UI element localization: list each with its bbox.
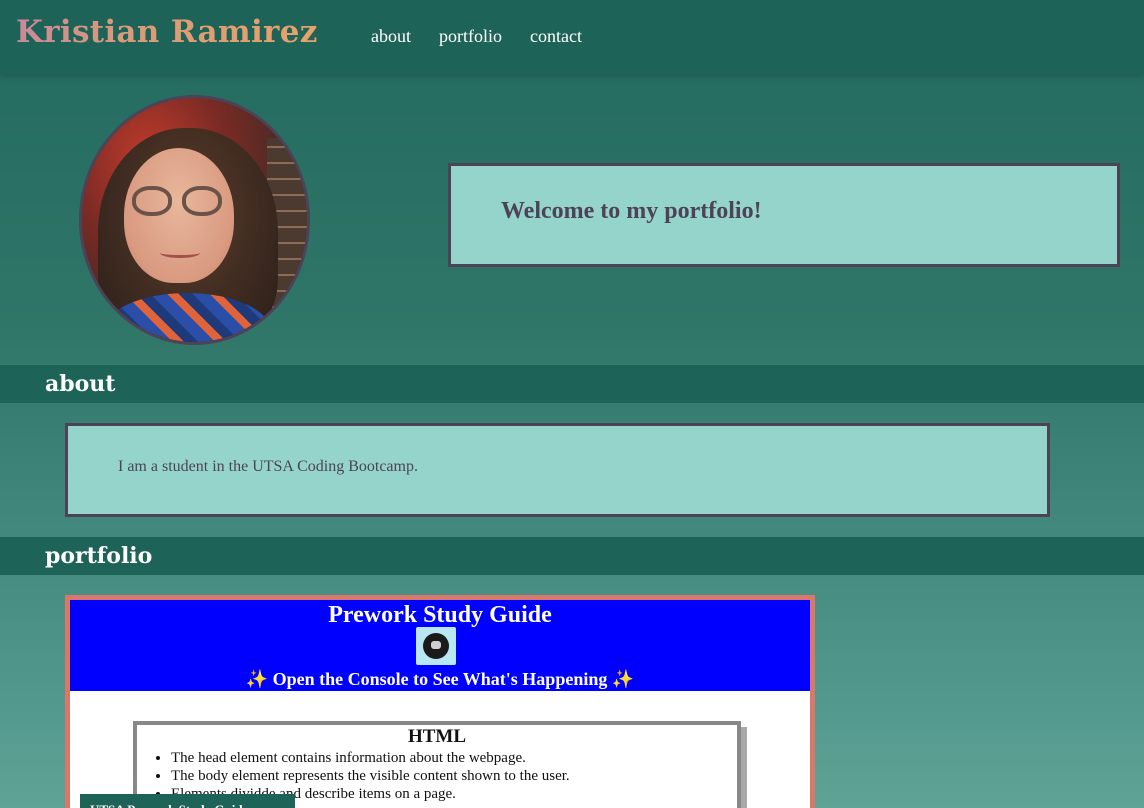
project-banner-subtitle: ✨ Open the Console to See What's Happeni… xyxy=(245,669,635,689)
project-caption[interactable]: UTSA Prework Study Guide xyxy=(80,794,295,808)
list-item: The body element represents the visible … xyxy=(171,767,737,785)
project-card-title: HTML xyxy=(407,726,467,747)
nav-link-contact[interactable]: contact xyxy=(530,26,582,47)
about-heading: about xyxy=(45,371,116,397)
nav-link-about[interactable]: about xyxy=(371,26,411,47)
project-banner: Prework Study Guide ✨ Open the Console t… xyxy=(70,600,810,691)
photo-face xyxy=(124,148,234,283)
about-section-bar: about xyxy=(0,365,1144,403)
welcome-box: Welcome to my portfolio! xyxy=(448,163,1120,267)
photo-glasses-left xyxy=(132,186,172,216)
project-banner-title: Prework Study Guide xyxy=(328,602,552,628)
about-text: I am a student in the UTSA Coding Bootca… xyxy=(118,458,418,475)
photo-glasses-right xyxy=(182,186,222,216)
profile-photo xyxy=(79,95,310,345)
cat-logo-icon xyxy=(416,627,456,665)
site-name: Kristian Ramirez xyxy=(16,14,318,50)
welcome-heading: Welcome to my portfolio! xyxy=(501,198,762,224)
nav-link-portfolio[interactable]: portfolio xyxy=(439,26,502,47)
main-nav: about portfolio contact xyxy=(371,26,582,47)
portfolio-section-bar: portfolio xyxy=(0,537,1144,575)
about-box: I am a student in the UTSA Coding Bootca… xyxy=(65,423,1050,517)
site-header: Kristian Ramirez about portfolio contact xyxy=(0,0,1144,74)
list-item: The head element contains information ab… xyxy=(171,749,737,767)
portfolio-heading: portfolio xyxy=(45,543,153,569)
photo-smile xyxy=(160,248,200,258)
project-card-prework[interactable]: Prework Study Guide ✨ Open the Console t… xyxy=(65,595,815,808)
